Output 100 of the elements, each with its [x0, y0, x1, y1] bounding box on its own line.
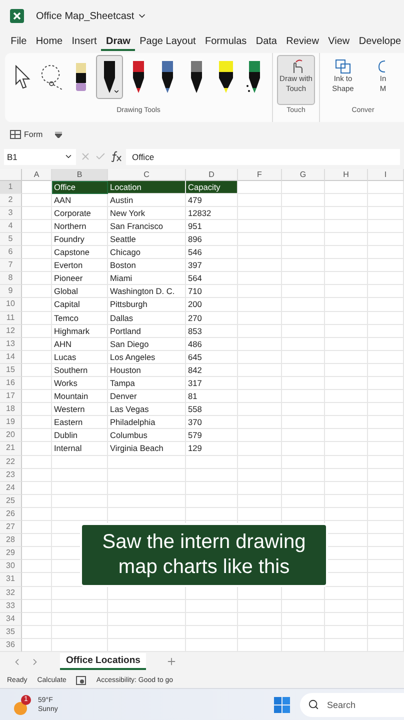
table-cell: Global: [52, 285, 108, 298]
table-cell: Pittsburgh: [108, 298, 186, 312]
table-cell: 579: [186, 429, 238, 442]
table-cell: Everton: [52, 259, 108, 272]
row-header[interactable]: 25: [0, 494, 22, 508]
row-header[interactable]: 32: [0, 586, 22, 600]
header-cell: Location: [108, 180, 186, 194]
table-cell: 951: [186, 220, 238, 233]
row-header[interactable]: 19: [0, 416, 22, 430]
table-cell: Columbus: [108, 429, 186, 442]
row-header[interactable]: 18: [0, 403, 22, 416]
table-cell: Portland: [108, 324, 186, 338]
table-cell: Foundry: [52, 232, 108, 246]
row-header[interactable]: 2: [0, 194, 22, 207]
table-cell: Pioneer: [52, 272, 108, 286]
column-header[interactable]: C: [108, 168, 186, 181]
column-header[interactable]: A: [22, 168, 52, 181]
name-box[interactable]: B1: [4, 148, 76, 165]
column-header[interactable]: D: [186, 168, 238, 181]
row-header[interactable]: 36: [0, 638, 22, 652]
table-cell: 479: [186, 194, 238, 207]
formula-field[interactable]: Office: [126, 148, 400, 165]
table-cell: Las Vegas: [108, 403, 186, 416]
table-cell: 853: [186, 324, 238, 338]
table-cell: 842: [186, 364, 238, 378]
table-cell: Chicago: [108, 246, 186, 260]
column-header[interactable]: H: [325, 168, 368, 181]
header-cell: Capacity: [186, 180, 238, 194]
table-cell: Tampa: [108, 377, 186, 390]
row-header[interactable]: 14: [0, 350, 22, 364]
menu-tab[interactable]: Home: [31, 34, 68, 52]
window-title[interactable]: Office Map_Sheetcast: [36, 10, 148, 22]
table-cell: San Diego: [108, 338, 186, 351]
row-header[interactable]: 28: [0, 534, 22, 548]
row-header[interactable]: 17: [0, 390, 22, 404]
row-header[interactable]: 31: [0, 573, 22, 587]
row-header[interactable]: 5: [0, 232, 22, 246]
menu-tab[interactable]: File: [6, 34, 32, 52]
table-cell: Dallas: [108, 312, 186, 325]
row-header[interactable]: 30: [0, 560, 22, 574]
row-header[interactable]: 27: [0, 521, 22, 534]
menu-tab[interactable]: Formulas: [200, 34, 252, 52]
column-header[interactable]: B: [52, 168, 108, 181]
row-header[interactable]: 8: [0, 272, 22, 286]
row-header[interactable]: 21: [0, 442, 22, 456]
search-field[interactable]: Search: [300, 692, 404, 717]
table-cell: Miami: [108, 272, 186, 286]
row-header[interactable]: 10: [0, 298, 22, 312]
column-header[interactable]: I: [368, 168, 404, 181]
column-header[interactable]: G: [282, 168, 325, 181]
table-cell: Lucas: [52, 350, 108, 364]
table-cell: Houston: [108, 364, 186, 378]
row-header[interactable]: 22: [0, 456, 22, 469]
column-header[interactable]: F: [238, 168, 282, 181]
table-cell: Seattle: [108, 232, 186, 246]
table-cell: 370: [186, 416, 238, 430]
row-header[interactable]: 1: [0, 180, 22, 194]
table-cell: 896: [186, 232, 238, 246]
table-cell: Dublin: [52, 429, 108, 442]
row-header[interactable]: 16: [0, 377, 22, 390]
table-cell: 486: [186, 338, 238, 351]
menu-tab[interactable]: Page Layout: [135, 34, 200, 52]
menu-tab[interactable]: Insert: [67, 34, 102, 52]
row-header[interactable]: 15: [0, 364, 22, 378]
menu-tab[interactable]: Data: [251, 34, 282, 52]
row-header[interactable]: 9: [0, 285, 22, 298]
row-header[interactable]: 11: [0, 312, 22, 325]
caption-text: Saw the intern drawing map charts like this: [80, 523, 328, 587]
table-cell: 270: [186, 312, 238, 325]
table-cell: Washington D. C.: [108, 285, 186, 298]
table-cell: Philadelphia: [108, 416, 186, 430]
table-cell: 12832: [186, 206, 238, 220]
row-header[interactable]: 12: [0, 324, 22, 338]
table-cell: Los Angeles: [108, 350, 186, 364]
menu-tab[interactable]: View: [324, 34, 354, 52]
row-header[interactable]: 3: [0, 206, 22, 220]
table-cell: 546: [186, 246, 238, 260]
row-header[interactable]: 34: [0, 612, 22, 626]
row-header[interactable]: 35: [0, 626, 22, 639]
form-button[interactable]: Form: [10, 130, 43, 140]
header-cell: Office: [52, 180, 108, 194]
menu-tab[interactable]: Develope: [354, 34, 404, 52]
row-header[interactable]: 13: [0, 338, 22, 351]
row-header[interactable]: 33: [0, 600, 22, 613]
row-header[interactable]: 7: [0, 259, 22, 272]
row-header[interactable]: 24: [0, 482, 22, 495]
row-header[interactable]: 20: [0, 429, 22, 442]
menu-tab[interactable]: Draw: [101, 34, 136, 52]
row-header[interactable]: 6: [0, 246, 22, 260]
table-cell: Mountain: [52, 390, 108, 404]
table-cell: Southern: [52, 364, 108, 378]
row-header[interactable]: 29: [0, 547, 22, 560]
row-header[interactable]: 26: [0, 508, 22, 522]
table-cell: 564: [186, 272, 238, 286]
row-header[interactable]: 4: [0, 220, 22, 233]
menu-tab[interactable]: Review: [282, 34, 324, 52]
sheet-tab[interactable]: Office Locations: [60, 653, 146, 670]
table-cell: Highmark: [52, 324, 108, 338]
table-cell: 397: [186, 259, 238, 272]
row-header[interactable]: 23: [0, 468, 22, 482]
